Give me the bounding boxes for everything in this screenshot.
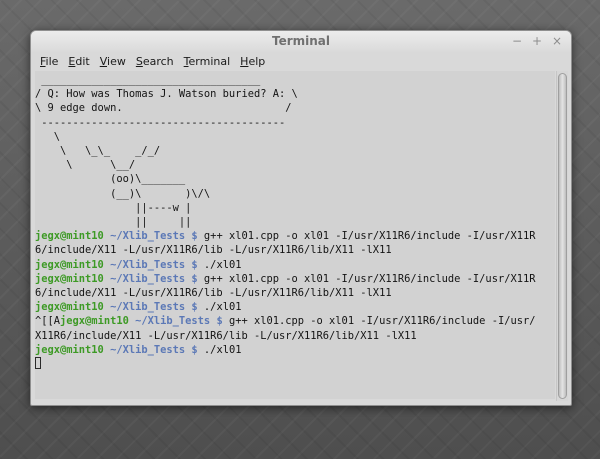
output-line: \ — [35, 130, 61, 143]
output-line: --------------------------------------- — [35, 116, 286, 129]
menu-file[interactable]: File — [35, 52, 63, 71]
prompt-path: ~/Xlib_Tests $ — [103, 272, 198, 285]
menu-edit[interactable]: Edit — [63, 52, 94, 71]
prompt-user: jegx@mint10 — [35, 301, 104, 314]
maximize-button[interactable]: + — [531, 33, 543, 49]
prompt-command: g++ xl01.cpp -o xl01 -I/usr/X11R6/includ… — [222, 315, 536, 328]
prompt-user: jegx@mint10 — [35, 343, 104, 356]
output-line: ___________________________________ — [35, 74, 261, 86]
prompt-user: jegx@mint10 — [35, 258, 104, 271]
menu-terminal[interactable]: Terminal — [179, 52, 236, 71]
prompt-command: g++ xl01.cpp -o xl01 -I/usr/X11R6/includ… — [197, 272, 536, 285]
prompt-line: ^[[Ajegx@mint10 ~/Xlib_Tests $ g++ xl01.… — [35, 315, 536, 327]
prompt-line: jegx@mint10 ~/Xlib_Tests $ ./xl01 — [35, 344, 241, 356]
menu-search[interactable]: Search — [131, 52, 179, 71]
prompt-path: ~/Xlib_Tests $ — [103, 230, 198, 243]
prompt-path: ~/Xlib_Tests $ — [103, 301, 198, 314]
prompt-command: ./xl01 — [197, 301, 242, 314]
title-bar[interactable]: Terminal − + × — [31, 31, 571, 53]
window-title: Terminal — [271, 34, 331, 48]
output-line: 6/include/X11 -L/usr/X11R6/lib -L/usr/X1… — [35, 287, 392, 300]
output-line: X11R6/include/X11 -L/usr/X11R6/lib -L/us… — [35, 329, 417, 342]
prompt-path: ~/Xlib_Tests $ — [103, 258, 198, 271]
prompt-line: jegx@mint10 ~/Xlib_Tests $ g++ xl01.cpp … — [35, 273, 535, 285]
prompt-command: ./xl01 — [197, 258, 242, 271]
output-line: \ 9 edge down. / — [35, 102, 292, 115]
output-line: ||----w | — [35, 201, 192, 214]
terminal-window: Terminal − + × File Edit View Search Ter… — [30, 30, 572, 406]
scrollbar-thumb[interactable] — [558, 73, 567, 399]
prompt-path: ~/Xlib_Tests $ — [128, 315, 223, 328]
prompt-line: jegx@mint10 ~/Xlib_Tests $ ./xl01 — [35, 301, 241, 313]
prompt-escape: ^[[A — [35, 315, 61, 328]
prompt-command: ./xl01 — [197, 343, 242, 356]
prompt-user: jegx@mint10 — [35, 272, 104, 285]
prompt-line: jegx@mint10 ~/Xlib_Tests $ ./xl01 — [35, 259, 241, 271]
prompt-command: g++ xl01.cpp -o xl01 -I/usr/X11R6/includ… — [197, 230, 536, 243]
output-line: \ \_\_ _/_/ — [35, 145, 161, 158]
terminal-output[interactable]: ___________________________________ / Q:… — [35, 71, 555, 399]
terminal-text: ___________________________________ / Q:… — [35, 73, 536, 371]
prompt-line: jegx@mint10 ~/Xlib_Tests $ g++ xl01.cpp … — [35, 230, 535, 242]
prompt-user: jegx@mint10 — [60, 315, 129, 328]
output-line: \ \__/ — [35, 159, 136, 172]
menu-bar: File Edit View Search Terminal Help — [31, 52, 571, 71]
output-line: / Q: How was Thomas J. Watson buried? A:… — [35, 88, 298, 101]
output-line: (oo)\_______ — [35, 173, 186, 186]
text-cursor — [35, 357, 41, 370]
prompt-user: jegx@mint10 — [35, 230, 104, 243]
close-button[interactable]: × — [551, 33, 563, 49]
output-line: (__)\ )\/\ — [35, 187, 211, 200]
window-controls: − + × — [511, 33, 563, 49]
output-line: 6/include/X11 -L/usr/X11R6/lib -L/usr/X1… — [35, 244, 392, 257]
menu-view[interactable]: View — [95, 52, 131, 71]
vertical-scrollbar[interactable] — [556, 71, 568, 401]
menu-help[interactable]: Help — [235, 52, 270, 71]
prompt-path: ~/Xlib_Tests $ — [103, 343, 198, 356]
minimize-button[interactable]: − — [511, 33, 523, 49]
output-line: || || — [35, 216, 192, 229]
